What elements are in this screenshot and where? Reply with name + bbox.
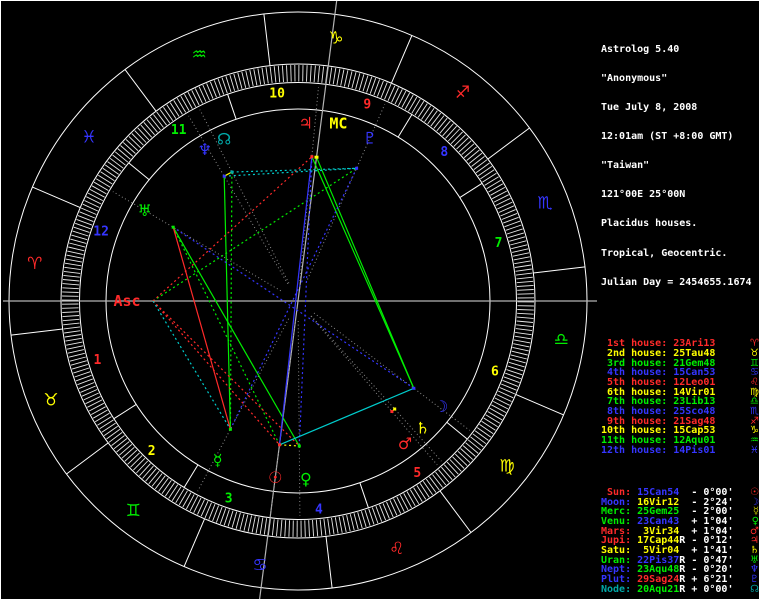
- planet-icon: ☊: [750, 583, 759, 595]
- house-system: Placidus houses.: [601, 218, 698, 230]
- mc-label: MC: [329, 115, 347, 133]
- chart-date: Tue July 8, 2008: [601, 102, 698, 114]
- planet-position-text: Node: 20Aqu21R + 0°00': [601, 583, 734, 595]
- astrolog-window: ♈ ♉ ♊ ♋ ♌ ♍ ♎ ♏ ♐ ♑ ♒ ♓ 1 2 3 4 5 6 7 8 9 10 11 12 ☉ ☽ ☿ ♀ ♂ ♃ ♄ ♅ ♆ ♇ ☊ As…: [0, 0, 760, 600]
- planet-glyph: ♇: [363, 129, 377, 148]
- julian-day: Julian Day = 2454655.1674: [601, 276, 752, 288]
- chart-coords: 121°00E 25°00N: [601, 189, 686, 201]
- sign-glyph: ♑: [328, 29, 343, 49]
- house-number: 10: [269, 87, 285, 102]
- sign-glyph: ♐: [455, 83, 470, 103]
- sign-glyph: ♈: [27, 254, 42, 274]
- planet-table: Sun: 15Can54 - 0°00' ☉ Moon: 16Vir12 - 2°2…: [601, 487, 759, 595]
- house-number: 6: [491, 365, 499, 380]
- asc-label: Asc: [113, 292, 140, 310]
- planet-glyph: ♆: [198, 140, 212, 159]
- house-number: 8: [440, 145, 448, 160]
- house-number: 1: [93, 353, 101, 368]
- planet-glyph: ☽: [434, 397, 448, 416]
- planet-glyph: ♄: [416, 419, 430, 438]
- chart-header: Astrolog 5.40 "Anonymous" Tue July 8, 20…: [601, 25, 759, 306]
- sign-glyph: ♎: [554, 330, 569, 350]
- house-number: 2: [148, 444, 156, 459]
- sign-glyph: ♓: [81, 127, 96, 147]
- zodiac-mode: Tropical, Geocentric.: [601, 247, 728, 259]
- planet-glyph: ☊: [217, 130, 231, 149]
- sign-glyph: ♍: [499, 457, 514, 477]
- sign-glyph: ♒: [192, 45, 207, 65]
- house-number: 7: [495, 236, 503, 251]
- house-row: 12th house: 14Pis01 ♓: [601, 444, 759, 456]
- sign-glyph: ♊: [126, 501, 141, 521]
- house-sign-icon: ♓: [750, 444, 759, 456]
- chart-name: "Anonymous": [601, 72, 668, 84]
- planet-glyph: ♀: [300, 469, 312, 488]
- sign-glyph: ♋: [252, 555, 267, 575]
- info-sidebar: Astrolog 5.40 "Anonymous" Tue July 8, 20…: [601, 1, 759, 599]
- chart-place: "Taiwan": [601, 160, 650, 172]
- house-number: 5: [413, 466, 421, 481]
- house-number: 4: [315, 503, 323, 518]
- house-cusp-table: 1st house: 23Ari13 ♈ 2nd house: 25Tau48 ♉ …: [601, 339, 759, 455]
- planet-glyph: ♃: [299, 114, 313, 133]
- house-number: 9: [363, 97, 371, 112]
- house-number: 12: [93, 224, 109, 239]
- planet-row: Node: 20Aqu21R + 0°00' ☊: [601, 583, 759, 595]
- planet-glyph: ♅: [138, 201, 152, 220]
- app-title: Astrolog 5.40: [601, 43, 680, 55]
- house-number: 3: [225, 492, 233, 507]
- natal-chart-wheel: ♈♉♊♋♌♍♎♏♐♑♒♓123456789101112☉☽☿♀♂♃♄♅♆♇☊As…: [3, 1, 597, 599]
- sign-glyph: ♏: [537, 193, 552, 213]
- house-cusp-text: 12th house: 14Pis01: [601, 444, 716, 456]
- sign-glyph: ♉: [43, 391, 58, 411]
- planet-glyph: ☿: [213, 450, 223, 469]
- chart-time: 12:01am (ST +8:00 GMT): [601, 131, 734, 143]
- planet-glyph: ☉: [268, 468, 282, 487]
- sign-glyph: ♌: [389, 539, 404, 559]
- house-number: 11: [171, 123, 187, 138]
- planet-glyph: ♂: [398, 434, 412, 453]
